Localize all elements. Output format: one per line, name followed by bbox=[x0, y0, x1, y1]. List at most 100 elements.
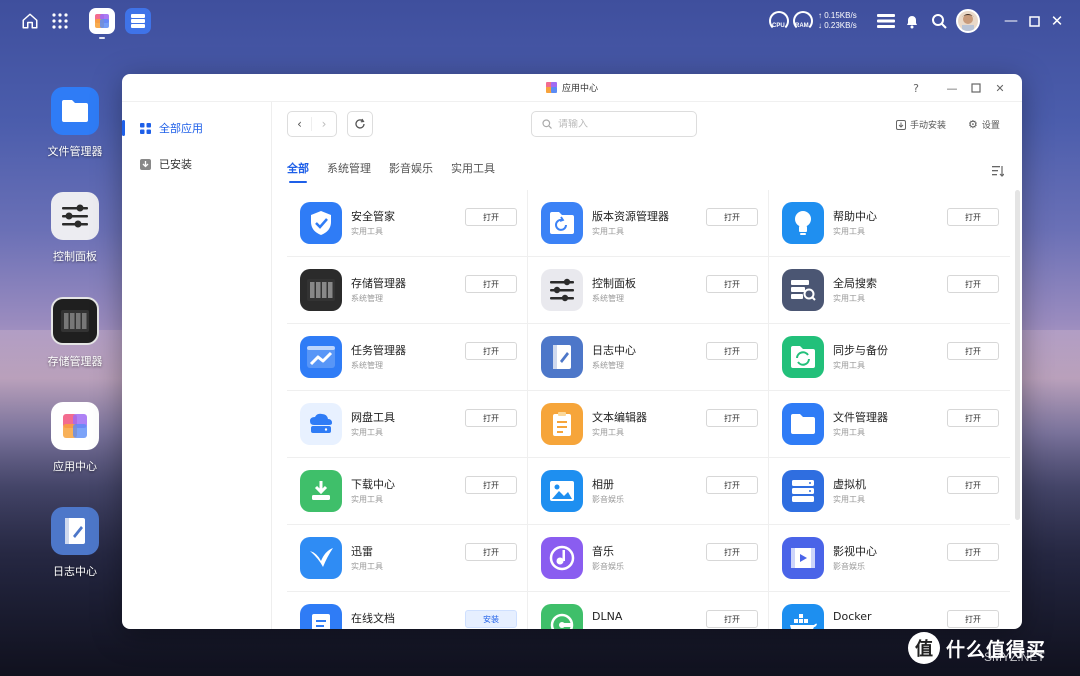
app-card[interactable]: 安全管家实用工具 打开 bbox=[287, 190, 528, 257]
open-button[interactable]: 打开 bbox=[706, 409, 758, 427]
taskbar-app-center-icon[interactable] bbox=[89, 8, 115, 34]
sidebar-item-label: 全部应用 bbox=[159, 122, 203, 135]
watermark-url: SMYZ.NET bbox=[984, 650, 1045, 664]
open-button[interactable]: 打开 bbox=[465, 476, 517, 494]
app-card[interactable]: 影视中心 影音娱乐 打开 bbox=[769, 525, 1010, 592]
active-app-indicator bbox=[99, 37, 105, 39]
app-card[interactable]: 在线文档实用工具 安装 bbox=[287, 592, 528, 629]
desktop-icon-control-panel[interactable]: 控制面板 bbox=[40, 192, 110, 264]
app-card[interactable]: 文本编辑器 实用工具 打开 bbox=[528, 391, 769, 458]
scrollbar[interactable] bbox=[1015, 190, 1020, 520]
open-button[interactable]: 打开 bbox=[465, 409, 517, 427]
app-name: 迅雷 bbox=[351, 545, 373, 558]
app-name: 安全管家 bbox=[351, 210, 395, 223]
menu-lines-icon[interactable] bbox=[874, 9, 898, 33]
sidebar-item-all-apps[interactable]: 全部应用 bbox=[122, 115, 272, 141]
window-title: 应用中心 bbox=[561, 84, 598, 94]
help-button[interactable]: ? bbox=[908, 80, 924, 96]
home-icon[interactable] bbox=[18, 9, 42, 33]
app-category: 实用工具 bbox=[351, 628, 383, 629]
app-card[interactable]: 下载中心 实用工具 打开 bbox=[287, 458, 528, 525]
app-card[interactable]: DLNA 影音娱乐 打开 bbox=[528, 592, 769, 629]
window-maximize-button[interactable] bbox=[968, 80, 984, 96]
refresh-button[interactable] bbox=[347, 111, 373, 137]
open-button[interactable]: 打开 bbox=[947, 208, 999, 226]
back-button[interactable]: ‹ bbox=[288, 117, 312, 131]
sort-icon[interactable] bbox=[992, 162, 1005, 181]
open-button[interactable]: 打开 bbox=[465, 208, 517, 226]
open-button[interactable]: 打开 bbox=[465, 342, 517, 360]
maximize-icon[interactable] bbox=[1022, 9, 1046, 33]
avatar[interactable] bbox=[956, 9, 980, 33]
close-icon[interactable]: ✕ bbox=[1045, 9, 1069, 33]
app-category: 实用工具 bbox=[351, 227, 383, 236]
sidebar-item-installed[interactable]: 已安装 bbox=[122, 151, 272, 177]
app-card[interactable]: 存储管理器 系统管理 打开 bbox=[287, 257, 528, 324]
manual-install-label: 手动安装 bbox=[910, 121, 947, 131]
app-card[interactable]: 帮助中心 实用工具 打开 bbox=[769, 190, 1010, 257]
open-button[interactable]: 打开 bbox=[706, 342, 758, 360]
search-box bbox=[531, 111, 697, 137]
storage-icon bbox=[51, 297, 99, 345]
app-card[interactable]: 控制面板 系统管理 打开 bbox=[528, 257, 769, 324]
app-card[interactable]: 文件管理器 实用工具 打开 bbox=[769, 391, 1010, 458]
open-button[interactable]: 打开 bbox=[947, 342, 999, 360]
desktop-icon-storage-manager[interactable]: 存储管理器 bbox=[40, 297, 110, 369]
window-minimize-button[interactable]: — bbox=[944, 80, 960, 96]
sidebar-item-label: 已安装 bbox=[159, 158, 192, 171]
desktop-icon-file-manager[interactable]: 文件管理器 bbox=[40, 87, 110, 159]
app-category: 实用工具 bbox=[833, 428, 865, 437]
app-card[interactable]: 虚拟机 实用工具 打开 bbox=[769, 458, 1010, 525]
desktop-icon-label: 文件管理器 bbox=[47, 145, 103, 158]
open-button[interactable]: 打开 bbox=[706, 208, 758, 226]
taskbar-storage-icon[interactable] bbox=[125, 8, 151, 34]
tab-media-entertainment[interactable]: 影音娱乐 bbox=[389, 160, 433, 183]
app-card[interactable]: 音乐 影音娱乐 打开 bbox=[528, 525, 769, 592]
tab-system-management[interactable]: 系统管理 bbox=[327, 160, 371, 183]
desktop-icon-log-center[interactable]: 日志中心 bbox=[40, 507, 110, 579]
forward-button[interactable]: › bbox=[312, 117, 336, 131]
open-button[interactable]: 打开 bbox=[706, 476, 758, 494]
window-close-button[interactable]: ✕ bbox=[992, 80, 1008, 96]
open-button[interactable]: 打开 bbox=[947, 476, 999, 494]
open-button[interactable]: 打开 bbox=[706, 610, 758, 628]
open-button[interactable]: 打开 bbox=[947, 275, 999, 293]
app-card[interactable]: 版本资源管理器 实用工具 打开 bbox=[528, 190, 769, 257]
open-button[interactable]: 打开 bbox=[465, 275, 517, 293]
app-card[interactable]: 全局搜索 实用工具 打开 bbox=[769, 257, 1010, 324]
open-button[interactable]: 打开 bbox=[706, 543, 758, 561]
search-icon[interactable] bbox=[927, 9, 951, 33]
search-input[interactable] bbox=[558, 118, 678, 130]
app-name: 全局搜索 bbox=[833, 277, 877, 290]
network-speed: ↑ 0.15KB/s ↓ 0.23KB/s bbox=[818, 11, 857, 31]
desktop-icon-app-center[interactable]: 应用中心 bbox=[40, 402, 110, 474]
app-name: 任务管理器 bbox=[351, 344, 406, 357]
minimize-icon[interactable]: — bbox=[999, 9, 1023, 33]
app-category: 系统管理 bbox=[592, 361, 624, 370]
app-card[interactable]: 同步与备份 实用工具 打开 bbox=[769, 324, 1010, 391]
lightbulb-icon bbox=[782, 202, 824, 244]
open-button[interactable]: 打开 bbox=[947, 409, 999, 427]
app-name: 在线文档 bbox=[351, 612, 395, 625]
manual-install-button[interactable]: 手动安装 bbox=[896, 118, 946, 131]
global-search-icon bbox=[782, 269, 824, 311]
tab-all[interactable]: 全部 bbox=[287, 160, 309, 183]
app-card[interactable]: Docker 实用工具 打开 bbox=[769, 592, 1010, 629]
app-card[interactable]: 网盘工具 实用工具 打开 bbox=[287, 391, 528, 458]
app-card[interactable]: 任务管理器 系统管理 打开 bbox=[287, 324, 528, 391]
open-button[interactable]: 打开 bbox=[706, 275, 758, 293]
app-grid-icon[interactable] bbox=[48, 9, 72, 33]
app-category: 实用工具 bbox=[351, 495, 383, 504]
app-card[interactable]: 相册 影音娱乐 打开 bbox=[528, 458, 769, 525]
app-card[interactable]: 迅雷 实用工具 打开 bbox=[287, 525, 528, 592]
open-button[interactable]: 打开 bbox=[947, 610, 999, 628]
install-button[interactable]: 安装 bbox=[465, 610, 517, 628]
settings-button[interactable]: ⚙ 设置 bbox=[968, 118, 1000, 131]
photo-icon bbox=[541, 470, 583, 512]
window-titlebar[interactable]: 应用中心 ? — ✕ bbox=[122, 74, 1022, 102]
open-button[interactable]: 打开 bbox=[465, 543, 517, 561]
open-button[interactable]: 打开 bbox=[947, 543, 999, 561]
bell-icon[interactable] bbox=[900, 9, 924, 33]
tab-utilities[interactable]: 实用工具 bbox=[451, 160, 495, 183]
app-card[interactable]: 日志中心 系统管理 打开 bbox=[528, 324, 769, 391]
